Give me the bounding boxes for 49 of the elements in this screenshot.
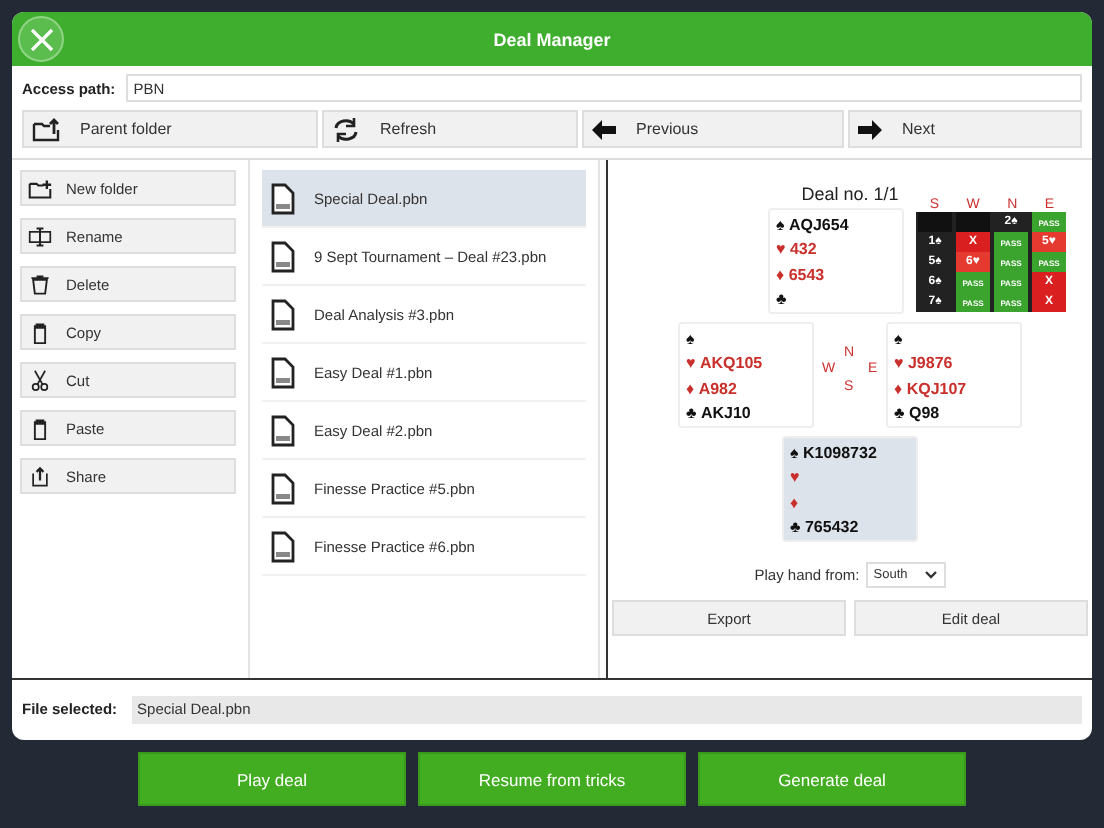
suit-holding: ♥ AKQ105 — [686, 354, 763, 373]
window-title: Deal Manager — [493, 29, 611, 49]
suit-holding: ♣ 765432 — [790, 517, 859, 536]
document-icon — [270, 239, 296, 273]
close-icon — [27, 25, 55, 53]
document-icon — [270, 413, 296, 447]
clipboard-icon — [28, 321, 52, 343]
document-icon — [270, 471, 296, 505]
toolbar-button[interactable]: Previous — [582, 110, 844, 148]
suit-holding: ♠ AQJ654 — [776, 216, 849, 234]
right-arrow-icon — [858, 119, 882, 139]
bid-cell — [918, 212, 952, 232]
close-button[interactable] — [18, 16, 64, 62]
suit-holding: ♥ 432 — [776, 240, 817, 259]
document-icon — [270, 355, 296, 389]
suit-holding: ♣ — [776, 289, 787, 308]
folder-up-icon — [32, 117, 60, 141]
toolbar-button[interactable]: Parent folder — [22, 110, 318, 148]
trash-icon — [28, 273, 52, 295]
suit-holding: ♦ A982 — [686, 379, 737, 398]
suit-holding: ♥ — [790, 468, 800, 487]
hand-card[interactable]: ♠ K1098732 ♥ ♦ ♣ 765432 — [782, 436, 918, 542]
suit-holding: ♦ — [790, 493, 799, 512]
refresh-icon — [332, 117, 360, 141]
bid-cell — [956, 212, 990, 232]
suit-holding: ♦ 6543 — [776, 265, 825, 284]
suit-holding: ♠ K1098732 — [790, 444, 877, 462]
suit-holding: ♣ Q98 — [894, 403, 940, 422]
chevron-down-icon — [923, 570, 938, 580]
suit-holding: ♦ KQJ107 — [894, 379, 967, 398]
toolbar-button[interactable]: Next — [848, 110, 1082, 148]
suit-holding: ♣ AKJ10 — [686, 403, 751, 422]
deal-number: Deal no. 1/1 — [801, 184, 899, 204]
document-icon — [270, 181, 296, 215]
document-icon — [270, 529, 296, 563]
left-arrow-icon — [592, 119, 616, 139]
hand-card[interactable]: ♠ ♥ AKQ105 ♦ A982 ♣ AKJ10 — [678, 322, 814, 428]
suit-holding: ♠ — [686, 330, 695, 348]
hand-card[interactable]: ♠ ♥ J9876 ♦ KQJ107 ♣ Q98 — [886, 322, 1022, 428]
suit-holding: ♥ J9876 — [894, 354, 953, 373]
document-icon — [270, 297, 296, 331]
toolbar-button[interactable]: Refresh — [322, 110, 578, 148]
text-cursor-icon — [28, 225, 52, 247]
folder-plus-icon — [28, 177, 52, 199]
scissors-icon — [28, 369, 52, 391]
hand-card[interactable]: ♠ AQJ654 ♥ 432 ♦ 6543 ♣ — [768, 208, 904, 314]
clipboard-icon — [28, 417, 52, 439]
share-icon — [28, 465, 52, 487]
suit-holding: ♠ — [894, 330, 903, 348]
